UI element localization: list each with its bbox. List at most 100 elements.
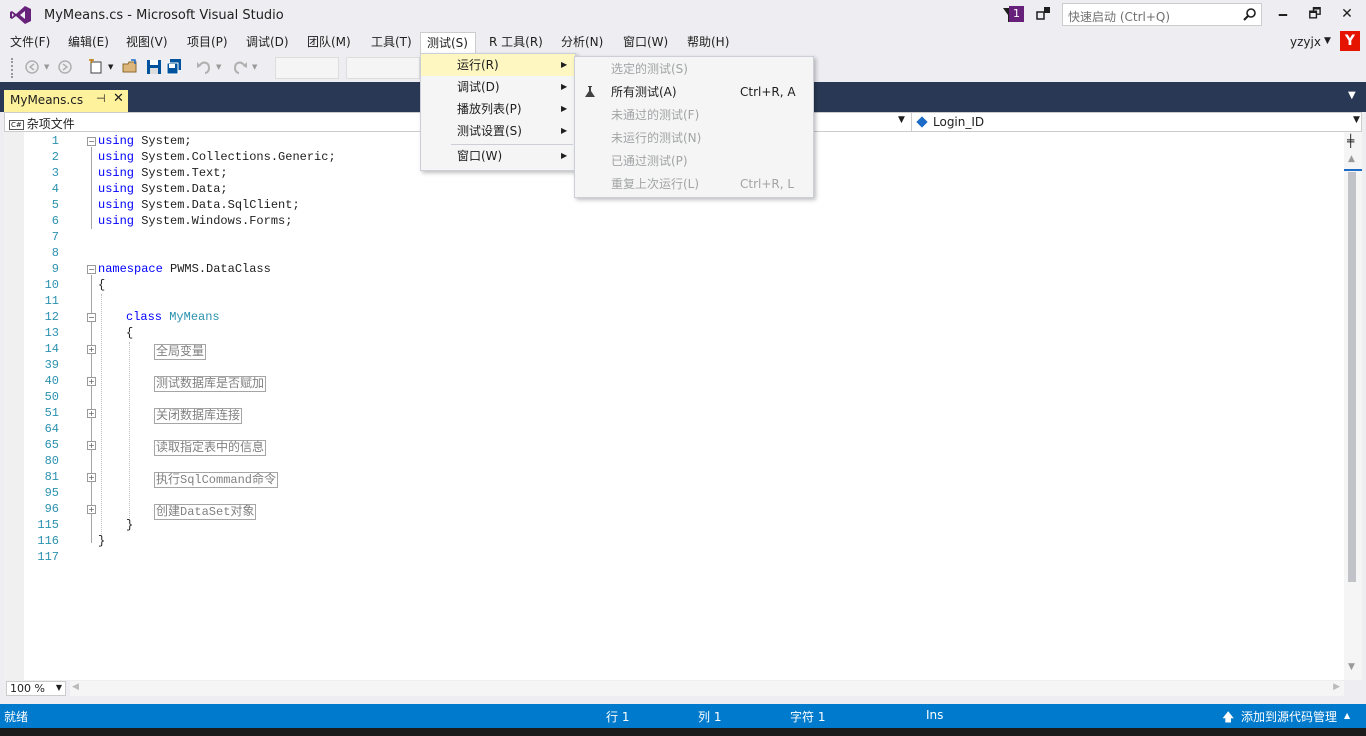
submenu-arrow-icon: ▶ bbox=[561, 104, 568, 113]
add-to-source-control-button[interactable]: 添加到源代码管理 bbox=[1241, 708, 1337, 725]
split-window-icon[interactable]: ╪ bbox=[1347, 134, 1354, 148]
menu-item-run[interactable]: 运行(R) ▶ bbox=[421, 54, 575, 76]
menu-analyze[interactable]: 分析(N) bbox=[555, 32, 609, 54]
collapsed-region[interactable]: 创建DataSet对象 bbox=[154, 502, 257, 520]
status-column: 列 1 bbox=[698, 710, 722, 724]
expand-region-icon[interactable]: + bbox=[87, 377, 96, 386]
expand-region-icon[interactable]: + bbox=[87, 505, 96, 514]
submenu-arrow-icon: ▶ bbox=[561, 126, 568, 135]
menu-project[interactable]: 项目(P) bbox=[181, 32, 234, 54]
menu-item-selected-tests[interactable]: 选定的测试(S) bbox=[575, 58, 813, 80]
scroll-left-icon[interactable]: ◀ bbox=[72, 682, 79, 692]
line-number: 2 bbox=[51, 150, 59, 164]
save-icon[interactable] bbox=[146, 59, 162, 75]
tab-overflow-icon[interactable]: ▼ bbox=[1348, 90, 1356, 101]
code-line: using System.Data; bbox=[98, 182, 228, 196]
expand-region-icon[interactable]: + bbox=[87, 441, 96, 450]
close-button[interactable]: ✕ bbox=[1337, 4, 1357, 24]
navigate-back-icon[interactable] bbox=[24, 59, 40, 75]
scroll-down-icon[interactable]: ▼ bbox=[1348, 662, 1355, 672]
solution-platforms-combo[interactable] bbox=[346, 57, 420, 79]
menu-debug[interactable]: 调试(D) bbox=[240, 32, 295, 54]
status-ready: 就绪 bbox=[4, 710, 29, 724]
member-dropdown-arrow-icon[interactable]: ▼ bbox=[1353, 115, 1360, 125]
menu-item-repeat-last-run[interactable]: 重复上次运行(L) Ctrl+R, L bbox=[575, 173, 813, 195]
undo-icon[interactable] bbox=[196, 59, 212, 75]
expand-region-icon[interactable]: + bbox=[87, 345, 96, 354]
solution-configurations-combo[interactable] bbox=[275, 57, 339, 79]
menu-window[interactable]: 窗口(W) bbox=[617, 32, 674, 54]
quick-launch-input[interactable]: 快速启动 (Ctrl+Q) bbox=[1062, 3, 1262, 26]
line-number: 14 bbox=[44, 342, 59, 356]
user-avatar[interactable]: Y bbox=[1340, 31, 1360, 51]
member-dropdown[interactable]: Login_ID bbox=[916, 115, 984, 129]
collapsed-region[interactable]: 读取指定表中的信息 bbox=[154, 438, 267, 456]
collapsed-region[interactable]: 测试数据库是否赋加 bbox=[154, 374, 267, 392]
collapsed-region[interactable]: 关闭数据库连接 bbox=[154, 406, 243, 424]
menu-item-failed-tests[interactable]: 未通过的测试(F) bbox=[575, 104, 813, 126]
menu-item-label: 测试设置(S) bbox=[457, 124, 522, 138]
collapse-class-icon[interactable]: − bbox=[87, 313, 96, 322]
menu-item-all-tests[interactable]: 所有测试(A) Ctrl+R, A bbox=[575, 81, 813, 103]
collapse-namespace-icon[interactable]: − bbox=[87, 265, 96, 274]
pin-tab-icon[interactable]: ⊣ bbox=[96, 92, 106, 105]
minimize-button[interactable]: 🗕 bbox=[1273, 4, 1293, 24]
open-file-icon[interactable] bbox=[122, 59, 138, 75]
menu-item-debug[interactable]: 调试(D) ▶ bbox=[421, 76, 575, 98]
horizontal-scrollbar[interactable]: ◀ ▶ bbox=[70, 681, 1344, 696]
notification-badge[interactable]: 1 bbox=[1009, 6, 1024, 22]
navigate-forward-icon[interactable] bbox=[57, 59, 73, 75]
menu-item-playlist[interactable]: 播放列表(P) ▶ bbox=[421, 98, 575, 120]
redo-icon[interactable] bbox=[232, 59, 248, 75]
menu-file[interactable]: 文件(F) bbox=[4, 32, 56, 54]
collapse-usings-icon[interactable]: − bbox=[87, 137, 96, 146]
menu-item-passed-tests[interactable]: 已通过测试(P) bbox=[575, 150, 813, 172]
search-icon[interactable] bbox=[1243, 7, 1257, 21]
menu-item-window[interactable]: 窗口(W) ▶ bbox=[421, 145, 575, 167]
menu-item-test-settings[interactable]: 测试设置(S) ▶ bbox=[421, 120, 575, 142]
toolbar-grip[interactable] bbox=[11, 58, 15, 78]
type-dropdown-arrow-icon[interactable]: ▼ bbox=[898, 115, 905, 125]
menu-view[interactable]: 视图(V) bbox=[120, 32, 174, 54]
status-bar: 就绪 行 1 列 1 字符 1 Ins 🡅 添加到源代码管理 ▲ bbox=[0, 704, 1366, 728]
undo-dropdown-icon[interactable]: ▼ bbox=[216, 63, 232, 79]
source-control-dropdown-icon[interactable]: ▲ bbox=[1344, 711, 1350, 720]
save-all-icon[interactable] bbox=[166, 59, 182, 75]
menu-item-label: 所有测试(A) bbox=[611, 85, 677, 99]
code-editor[interactable]: 1 2 3 4 5 6 7 8 9 10 11 12 13 14 39 40 5… bbox=[4, 132, 1344, 680]
menu-help[interactable]: 帮助(H) bbox=[681, 32, 735, 54]
menu-r-tools[interactable]: R 工具(R) bbox=[483, 32, 549, 54]
menu-team[interactable]: 团队(M) bbox=[301, 32, 357, 54]
tab-mymeans-cs[interactable]: MyMeans.cs ⊣ ✕ bbox=[4, 90, 128, 112]
submenu-arrow-icon: ▶ bbox=[561, 82, 568, 91]
menu-item-label: 已通过测试(P) bbox=[611, 154, 688, 168]
new-project-icon[interactable] bbox=[88, 59, 104, 75]
menu-item-not-run-tests[interactable]: 未运行的测试(N) bbox=[575, 127, 813, 149]
publish-arrow-icon[interactable]: 🡅 bbox=[1222, 708, 1234, 729]
menu-edit[interactable]: 编辑(E) bbox=[62, 32, 115, 54]
project-dropdown[interactable]: C# 杂项文件 bbox=[9, 115, 75, 132]
scroll-up-icon[interactable]: ▲ bbox=[1348, 154, 1355, 164]
line-number: 116 bbox=[37, 534, 59, 548]
csharp-file-icon: C# bbox=[9, 120, 24, 130]
expand-region-icon[interactable]: + bbox=[87, 473, 96, 482]
feedback-icon[interactable] bbox=[1036, 6, 1052, 22]
menu-test[interactable]: 测试(S) bbox=[420, 32, 476, 54]
collapsed-region[interactable]: 执行SqlCommand命令 bbox=[154, 470, 279, 488]
zoom-dropdown-icon[interactable]: ▼ bbox=[56, 683, 62, 692]
line-number: 1 bbox=[51, 134, 59, 148]
redo-dropdown-icon[interactable]: ▼ bbox=[252, 63, 268, 79]
collapsed-region[interactable]: 全局变量 bbox=[154, 342, 207, 360]
restore-button[interactable]: 🗗 bbox=[1305, 4, 1325, 24]
scrollbar-thumb[interactable] bbox=[1348, 172, 1356, 582]
expand-region-icon[interactable]: + bbox=[87, 409, 96, 418]
user-name[interactable]: yzyjx bbox=[1290, 35, 1321, 49]
vertical-scrollbar[interactable]: ╪ ▲ ▼ bbox=[1344, 132, 1362, 680]
menu-item-label: 播放列表(P) bbox=[457, 102, 522, 116]
scroll-right-icon[interactable]: ▶ bbox=[1333, 682, 1340, 692]
menu-tools[interactable]: 工具(T) bbox=[365, 32, 418, 54]
menu-item-label: 运行(R) bbox=[457, 58, 499, 72]
close-tab-icon[interactable]: ✕ bbox=[113, 91, 124, 106]
zoom-level-combo[interactable]: 100 % ▼ bbox=[6, 681, 66, 696]
user-dropdown-icon[interactable]: ▼ bbox=[1324, 36, 1331, 46]
